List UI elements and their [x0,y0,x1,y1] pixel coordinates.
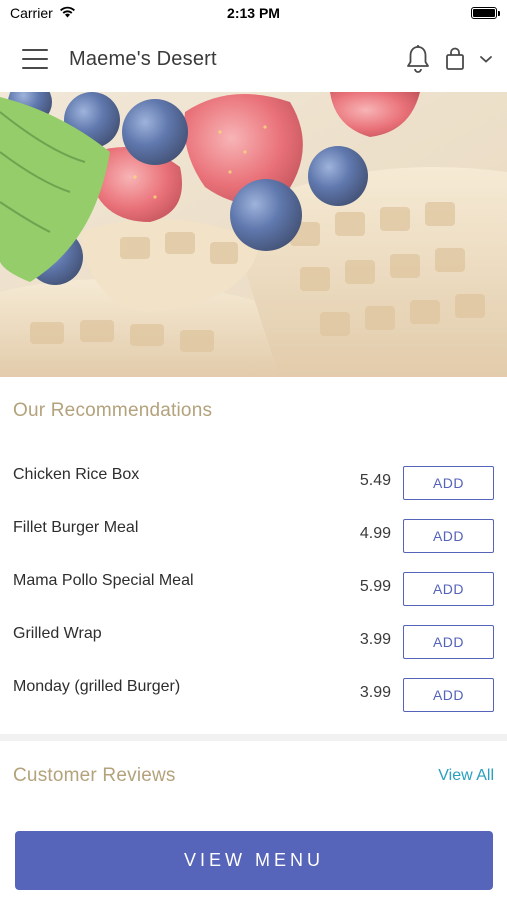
add-button[interactable]: ADD [403,625,494,659]
list-item: Grilled Wrap 3.99 ADD [0,615,507,668]
chevron-down-icon[interactable] [479,54,493,64]
carrier-label: Carrier [10,5,53,21]
hamburger-icon[interactable] [22,49,48,69]
item-price: 3.99 [359,684,391,701]
header-actions [405,44,493,74]
add-button[interactable]: ADD [403,519,494,553]
list-item: Chicken Rice Box 5.49 ADD [0,456,507,509]
list-item: Fillet Burger Meal 4.99 ADD [0,509,507,562]
bell-icon[interactable] [405,44,431,74]
wifi-icon [59,5,76,21]
item-price: 4.99 [359,525,391,542]
recommendations-title: Our Recommendations [13,400,213,421]
hero-image [0,92,507,377]
status-time: 2:13 PM [227,5,280,21]
item-name: Fillet Burger Meal [13,519,139,536]
app-header: Maeme's Desert [0,26,507,92]
status-bar: Carrier 2:13 PM [0,0,507,26]
reviews-title: Customer Reviews [13,765,176,786]
battery-icon [471,7,500,19]
item-price: 3.99 [359,631,391,648]
status-left: Carrier [10,5,76,21]
item-price: 5.99 [359,578,391,595]
item-name: Chicken Rice Box [13,466,140,483]
battery-fill [473,9,495,17]
list-item: Mama Pollo Special Meal 5.99 ADD [0,562,507,615]
list-item: Monday (grilled Burger) 3.99 ADD [0,668,507,721]
view-menu-button[interactable]: VIEW MENU [15,831,493,890]
page-title: Maeme's Desert [69,47,217,70]
add-button[interactable]: ADD [403,572,494,606]
view-all-link[interactable]: View All [438,767,494,785]
add-button[interactable]: ADD [403,678,494,712]
section-divider [0,734,507,741]
recommendations-list: Chicken Rice Box 5.49 ADD Fillet Burger … [0,456,507,721]
item-name: Mama Pollo Special Meal [13,572,194,589]
item-name: Grilled Wrap [13,625,102,642]
item-price: 5.49 [359,472,391,489]
shopping-bag-icon[interactable] [445,47,465,71]
add-button[interactable]: ADD [403,466,494,500]
item-name: Monday (grilled Burger) [13,678,181,695]
